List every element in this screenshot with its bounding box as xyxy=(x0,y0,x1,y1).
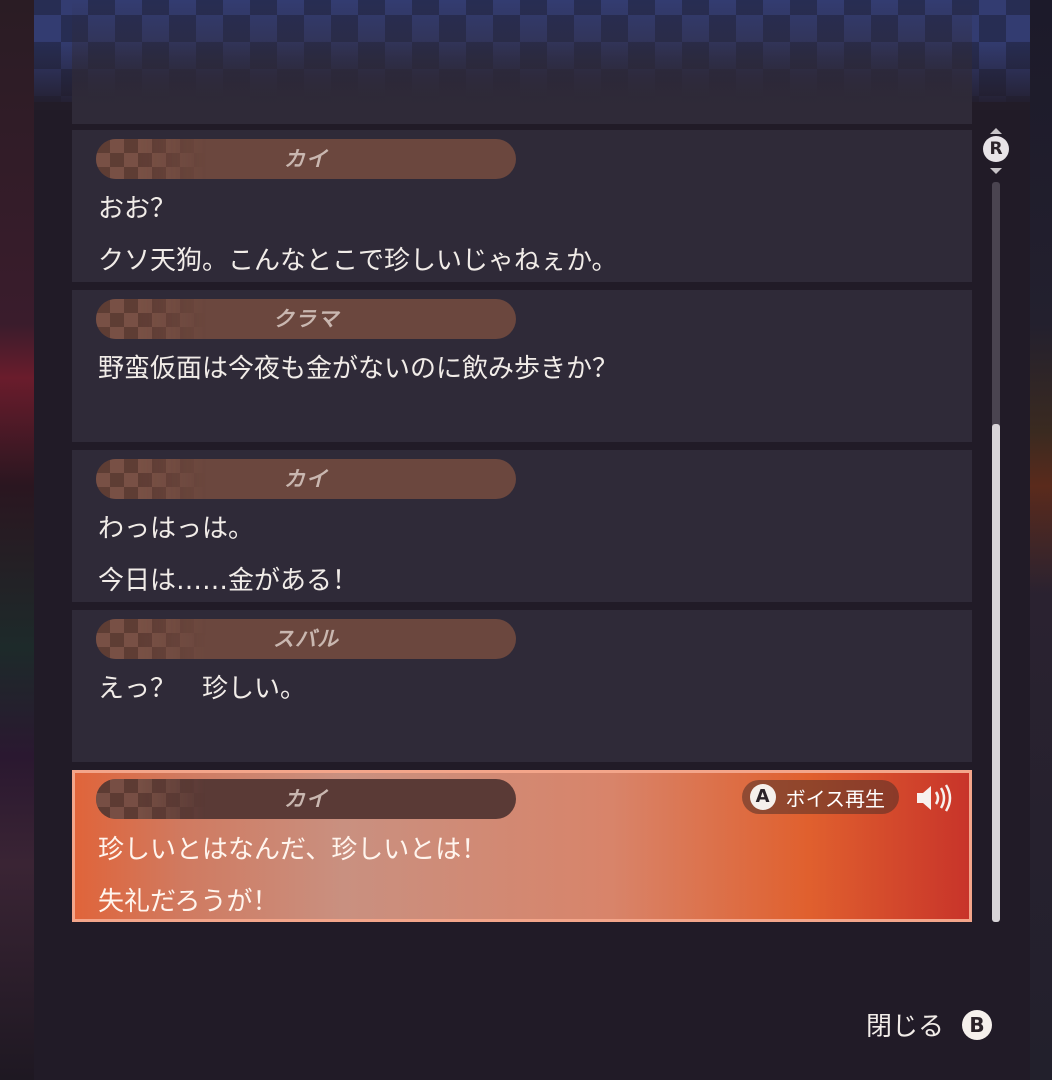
close-label: 閉じる xyxy=(865,1012,944,1042)
speaker-nameplate: カイ xyxy=(96,459,516,499)
background-scene-right xyxy=(1030,0,1052,1080)
log-entry-selected[interactable]: カイ A ボイス再生 珍しいとはなんだ、珍しいとは！ 失礼だろうが！ xyxy=(72,770,972,922)
background-scene-left xyxy=(0,0,34,1080)
dialogue-line: えっ？ 珍しい。 xyxy=(98,674,307,704)
dialogue-line: 今日は……金がある！ xyxy=(98,566,359,596)
scroll-down-arrow-icon xyxy=(990,168,1002,174)
speaker-icon[interactable] xyxy=(915,782,955,814)
scrollbar-thumb[interactable] xyxy=(992,424,1000,922)
dialogue-line: わっはっは。 xyxy=(98,514,255,544)
dialogue-line: おお？ xyxy=(98,194,177,224)
log-entry[interactable]: スバル えっ？ 珍しい。 xyxy=(72,610,972,762)
log-entry[interactable]: カイ わっはっは。 今日は……金がある！ xyxy=(72,450,972,602)
speaker-nameplate: クラマ xyxy=(96,299,516,339)
voice-playback-label: ボイス再生 xyxy=(785,786,885,811)
speaker-name: スバル xyxy=(273,627,339,651)
b-button-icon: B xyxy=(962,1009,992,1040)
r-button-icon[interactable]: R xyxy=(983,136,1009,162)
a-button-icon: A xyxy=(749,784,776,810)
log-entry[interactable]: カイ おお？ クソ天狗。こんなとこで珍しいじゃねぇか。 xyxy=(72,130,972,282)
voice-playback-button[interactable]: A ボイス再生 xyxy=(741,780,899,814)
speaker-name: カイ xyxy=(284,787,328,811)
dialogue-line: 珍しいとはなんだ、珍しいとは！ xyxy=(98,835,488,865)
speaker-nameplate: カイ xyxy=(96,139,516,179)
log-entry[interactable]: クラマ 野蛮仮面は今夜も金がないのに飲み歩きか？ xyxy=(72,290,972,442)
previous-entry-fragment xyxy=(72,0,972,124)
close-button[interactable]: 閉じる B xyxy=(866,1006,992,1043)
dialogue-line: クソ天狗。こんなとこで珍しいじゃねぇか。 xyxy=(98,246,618,276)
speaker-name: カイ xyxy=(284,467,328,491)
speaker-nameplate: カイ xyxy=(96,779,516,819)
dialogue-line: 野蛮仮面は今夜も金がないのに飲み歩きか？ xyxy=(98,354,619,384)
speaker-name: クラマ xyxy=(273,307,339,331)
speaker-nameplate: スバル xyxy=(96,619,516,659)
speaker-name: カイ xyxy=(284,147,328,171)
dialogue-line: 失礼だろうが！ xyxy=(98,887,279,917)
scroll-up-arrow-icon xyxy=(990,128,1002,134)
